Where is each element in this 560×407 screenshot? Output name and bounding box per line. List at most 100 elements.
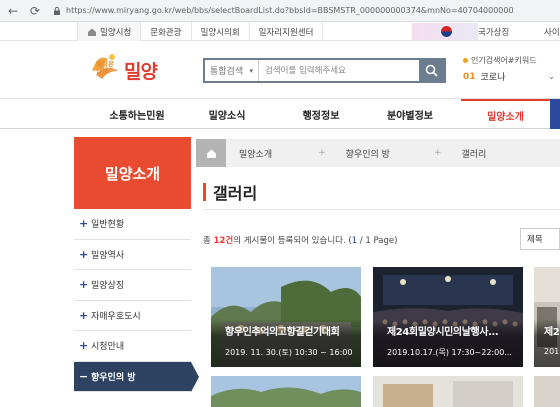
gallery-item[interactable]	[211, 376, 361, 407]
gallery-item-title: 제2	[544, 327, 560, 338]
search-category-select[interactable]: 통합검색 ▾	[205, 60, 259, 81]
site-tab-label: 밀양시의회	[200, 27, 240, 38]
minus-icon: −	[79, 369, 89, 383]
sidebar-item-label: 일반현황	[91, 220, 125, 231]
gnb-extra-menu[interactable]	[550, 99, 560, 129]
sidebar-item-label: 자매우호도시	[91, 311, 141, 322]
plus-icon: +	[79, 339, 89, 353]
popular-keyword: 코로나	[480, 73, 506, 83]
sidebar-item-label: 향우인의 방	[91, 372, 136, 383]
breadcrumb-separator: +	[433, 148, 442, 158]
chevron-down-icon: ▾	[249, 67, 253, 75]
site-tab-label: 일자리지원센터	[258, 27, 314, 38]
url-text: https://www.miryang.go.kr/web/bbs/select…	[66, 6, 514, 15]
breadcrumb: 밀양소개 + 향우인의 방 + 갤러리	[196, 139, 560, 167]
sidebar-item-label: 밀양상징	[91, 281, 125, 292]
sidebar-item-city-hall-guide[interactable]: + 시청안내	[74, 331, 191, 362]
lock-icon	[54, 6, 60, 15]
site-tab-council[interactable]: 밀양시의회	[192, 22, 250, 41]
gallery-item[interactable]	[534, 376, 560, 407]
gnb-label: 분야별정보	[387, 110, 433, 122]
site-map-link[interactable]: 사이	[544, 22, 560, 41]
gnb-label: 밀양소개	[487, 111, 524, 123]
popular-keyword-item[interactable]: 01 코로나 ⌄	[463, 70, 555, 84]
breadcrumb-home[interactable]	[196, 139, 226, 167]
breadcrumb-item[interactable]: 향우인의 방	[346, 147, 390, 160]
divider	[203, 209, 560, 210]
taegeuk-icon	[440, 25, 453, 38]
gallery-item-date: 2019.10.17.(목) 17:30~22:00...	[387, 348, 512, 357]
info-mid: 의 게시물이 등록되어 있습니다. (	[233, 236, 352, 246]
main-navigation: 소통하는민원 밀양소식 행정정보 분야별정보 밀양소개	[0, 99, 560, 129]
sidebar-item-label: 밀양역사	[91, 250, 125, 261]
sidebar-item-overview[interactable]: + 일반현황	[74, 209, 191, 240]
site-tab-label: 밀양시청	[100, 27, 132, 38]
search-icon	[425, 64, 438, 77]
search-button[interactable]	[419, 60, 444, 81]
search-input[interactable]	[259, 60, 419, 81]
gnb-label: 행정정보	[302, 110, 340, 122]
site-header: 해맑은 상상 밀양 통합검색 ▾ 인기검색어#키워드 01 코로나 ⌄	[0, 41, 560, 99]
address-bar[interactable]: https://www.miryang.go.kr/web/bbs/select…	[52, 3, 560, 19]
gallery-item[interactable]: 제24회밀양시민의날행사... 2019.10.17.(목) 17:30~22:…	[373, 267, 523, 367]
gnb-label: 밀양소식	[208, 110, 246, 122]
sidebar-item-history[interactable]: + 밀양역사	[74, 239, 191, 270]
breadcrumb-item[interactable]: 밀양소개	[239, 147, 272, 160]
popular-keywords-title: 인기검색어#키워드	[463, 55, 555, 66]
back-icon[interactable]: ←	[4, 2, 22, 20]
popular-rank: 01	[463, 71, 476, 82]
utility-bar: 밀양시청 문화관광 밀양시의회 일자리지원센터 국가상징 사이	[0, 22, 560, 41]
breadcrumb-item[interactable]: 갤러리	[461, 147, 486, 160]
gallery-item[interactable]	[373, 376, 523, 407]
search-category-label: 통합검색	[210, 67, 244, 77]
gnb-item-civil[interactable]: 소통하는민원	[92, 99, 182, 129]
gallery-item-title: 제24회밀양시민의날행사...	[387, 327, 499, 338]
sidebar-title: 밀양소개	[74, 137, 191, 209]
board-count-info: 총 12건의 게시물이 등록되어 있습니다. (1 / 1 Page)	[203, 234, 397, 246]
popular-title-text: 인기검색어#키워드	[471, 56, 537, 65]
reload-icon[interactable]: ⟳	[26, 2, 44, 20]
sort-select[interactable]: 제목	[520, 228, 560, 250]
sidebar-item-label: 시청안내	[91, 342, 125, 353]
site-tab-label: 문화관광	[150, 27, 182, 38]
gallery-item[interactable]: 향우인추억의고향길걷기대회 2019. 11. 30.(토) 10:30 ~ 1…	[211, 267, 361, 367]
gallery-item-date: 2019. 11. 30.(토) 10:30 ~ 16:00	[225, 348, 353, 357]
plus-icon: +	[79, 308, 89, 322]
gnb-item-admin[interactable]: 행정정보	[276, 99, 366, 129]
dot-icon	[463, 58, 468, 63]
popular-keywords: 인기검색어#키워드 01 코로나 ⌄	[463, 55, 555, 83]
gallery-item-title: 향우인추억의고향길걷기대회	[225, 327, 340, 338]
sidebar-item-symbols[interactable]: + 밀양상징	[74, 270, 191, 301]
site-tab-city-hall[interactable]: 밀양시청	[77, 22, 142, 41]
miryang-logo[interactable]: 해맑은 상상 밀양	[88, 49, 158, 87]
gnb-label: 소통하는민원	[109, 110, 165, 122]
plus-icon: +	[79, 278, 89, 292]
logo-text: 밀양	[124, 61, 158, 83]
breadcrumb-separator: +	[318, 148, 326, 158]
sidebar-item-sister-cities[interactable]: + 자매우호도시	[74, 300, 191, 331]
site-tab-tourism[interactable]: 문화관광	[141, 22, 192, 41]
plus-icon: +	[79, 247, 89, 261]
post-count: 12건	[213, 236, 234, 246]
national-symbol-link[interactable]: 국가상징	[478, 22, 509, 41]
chevron-down-icon[interactable]: ⌄	[548, 72, 555, 81]
home-icon	[206, 149, 216, 158]
sort-label: 제목	[527, 235, 543, 245]
page-title-text: 갤러리	[213, 184, 258, 203]
integrated-search: 통합검색 ▾	[203, 58, 446, 83]
national-flag-banner[interactable]	[412, 23, 478, 40]
site-tab-jobs[interactable]: 일자리지원센터	[250, 22, 324, 41]
sidebar-menu: + 일반현황 + 밀양역사 + 밀양상징 + 자매우호도시 + 시청안내 − 향우인의 방	[74, 209, 199, 392]
logo-slogan: 해맑은 상상	[96, 60, 114, 75]
gallery-item-date: 201	[544, 347, 560, 356]
page-total: / 1 Page)	[357, 236, 398, 246]
sidebar-item-hometown[interactable]: − 향우인의 방	[74, 361, 199, 392]
gallery-thumbnail	[373, 376, 523, 407]
gnb-item-news[interactable]: 밀양소식	[182, 99, 272, 129]
page-title: 갤러리	[203, 180, 257, 204]
gnb-item-about[interactable]: 밀양소개	[461, 99, 550, 129]
gnb-item-fields[interactable]: 분야별정보	[365, 99, 455, 129]
info-prefix: 총	[203, 236, 214, 246]
gallery-thumbnail	[211, 376, 361, 407]
gallery-item[interactable]: 제2 201	[534, 267, 560, 367]
